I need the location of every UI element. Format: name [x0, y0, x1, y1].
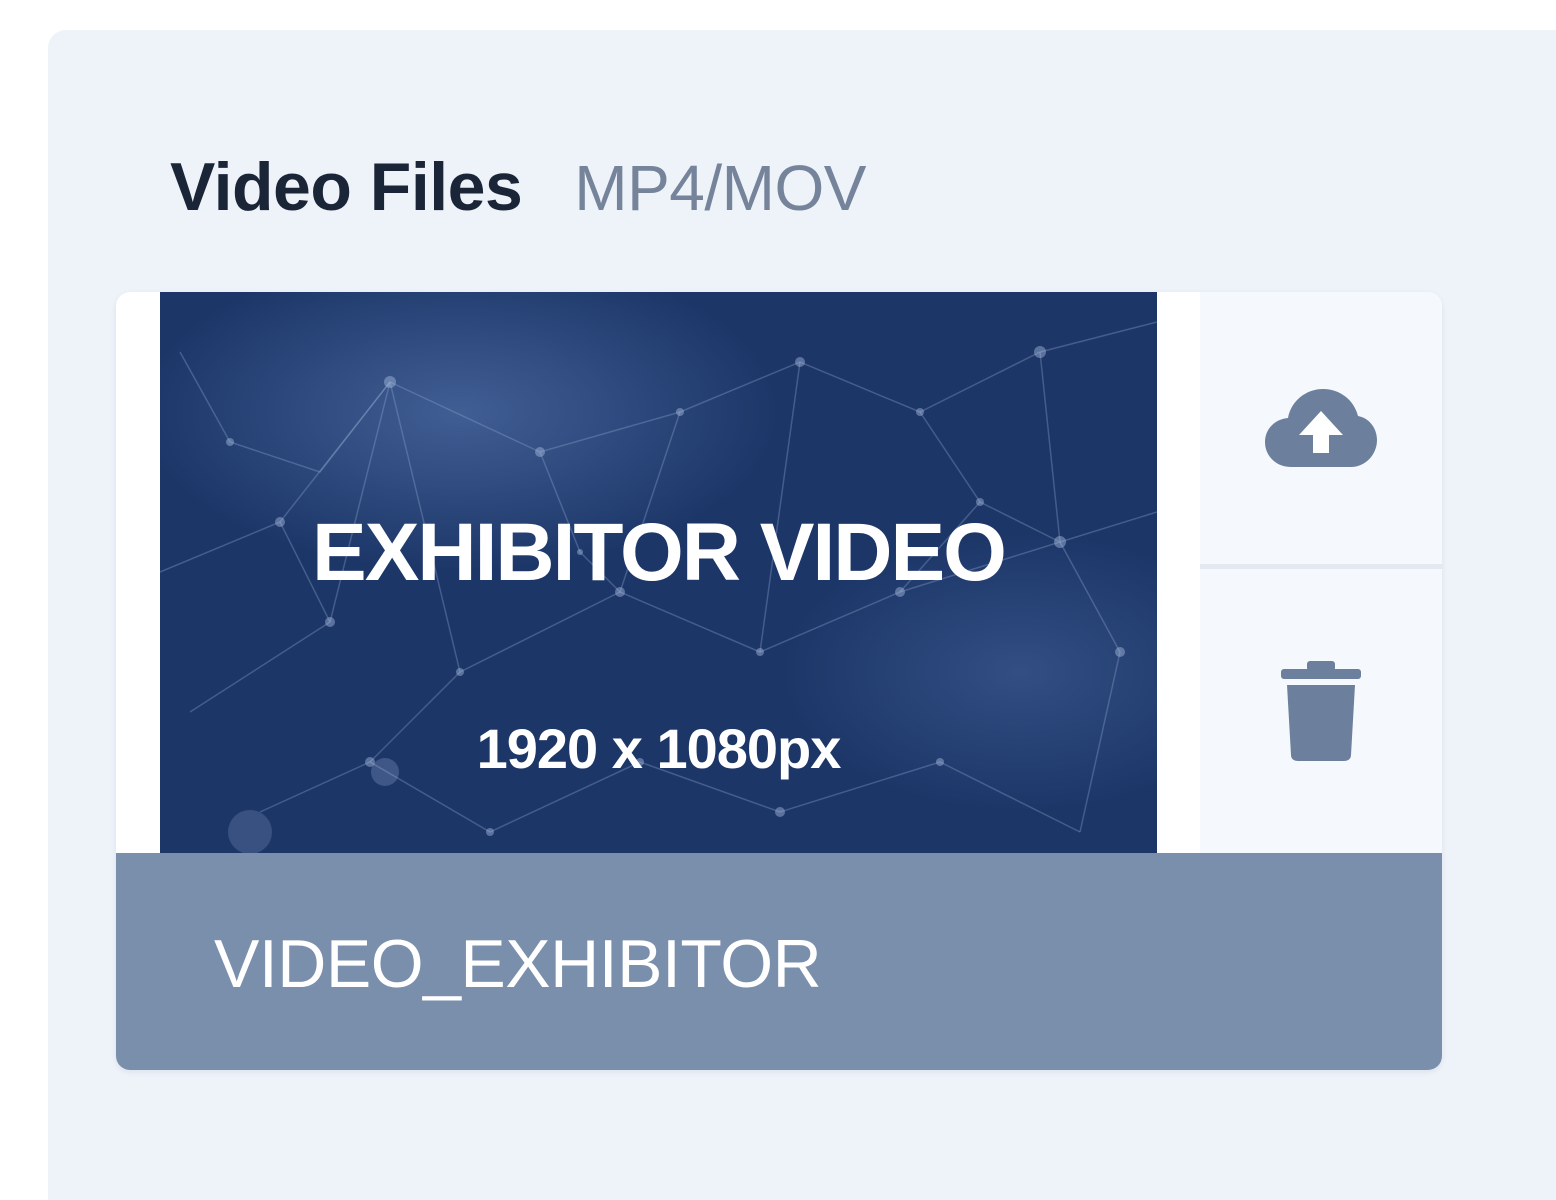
- trash-icon: [1281, 661, 1361, 761]
- upload-button[interactable]: [1200, 292, 1442, 569]
- panel-header: Video Files MP4/MOV: [170, 148, 866, 226]
- section-title: Video Files: [170, 149, 523, 225]
- delete-button[interactable]: [1200, 569, 1442, 853]
- file-name-bar: VIDEO_EXHIBITOR: [116, 853, 1442, 1070]
- cloud-upload-icon: [1265, 389, 1377, 467]
- file-actions: [1200, 292, 1442, 853]
- accepted-formats-label: MP4/MOV: [574, 152, 866, 224]
- video-thumbnail[interactable]: EXHIBITOR VIDEO 1920 x 1080px: [160, 292, 1157, 853]
- thumbnail-resolution: 1920 x 1080px: [476, 717, 842, 780]
- file-name: VIDEO_EXHIBITOR: [214, 926, 822, 1002]
- video-file-card: EXHIBITOR VIDEO 1920 x 1080px VIDEO_EXHI…: [116, 292, 1442, 1070]
- thumbnail-title: EXHIBITOR VIDEO: [312, 507, 1007, 598]
